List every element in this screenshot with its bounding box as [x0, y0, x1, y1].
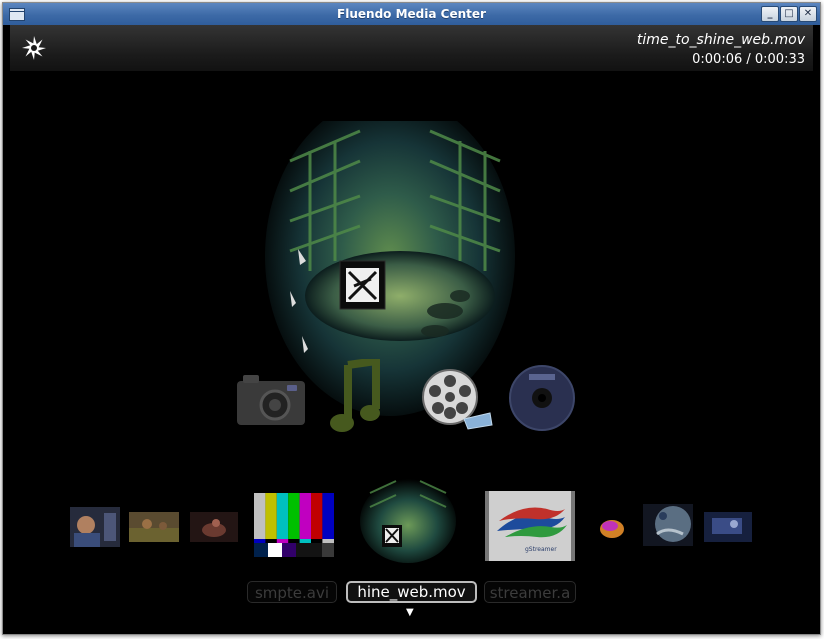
- app-window: Fluendo Media Center _ □ ✕ time_to_shine…: [2, 2, 821, 635]
- thumbnail-outdoor-scene[interactable]: [129, 512, 179, 542]
- thumbnail-gstreamer-logo[interactable]: gStreamer: [485, 491, 575, 561]
- thumbnail-person[interactable]: [70, 507, 120, 547]
- film-reel-icon[interactable]: [414, 367, 494, 433]
- title-bar[interactable]: Fluendo Media Center _ □ ✕: [3, 3, 820, 25]
- thumbnail-fruit[interactable]: [592, 509, 632, 545]
- maximize-button[interactable]: □: [780, 6, 798, 22]
- music-note-icon[interactable]: [328, 359, 384, 435]
- fluendo-swirl-icon: [22, 36, 46, 60]
- stage: gStreamer smpte.avi hine_web.mov streame…: [10, 71, 813, 629]
- thumbnail-smpte-bars[interactable]: [250, 491, 338, 559]
- camera-icon[interactable]: [235, 373, 307, 427]
- selected-marker-icon: ▼: [406, 607, 414, 618]
- thumbnail-globe-scene[interactable]: [643, 504, 693, 546]
- label-next-item[interactable]: streamer.a: [484, 581, 576, 603]
- label-prev-item[interactable]: smpte.avi: [247, 581, 337, 603]
- minimize-button[interactable]: _: [761, 6, 779, 22]
- media-center-content: time_to_shine_web.mov 0:00:06 / 0:00:33: [10, 25, 813, 629]
- window-title: Fluendo Media Center: [337, 7, 486, 21]
- thumbnail-blue-scene[interactable]: [704, 512, 752, 542]
- header-bar: time_to_shine_web.mov 0:00:06 / 0:00:33: [10, 25, 813, 71]
- playback-position: 0:00:06 / 0:00:33: [692, 52, 805, 67]
- now-playing-title: time_to_shine_web.mov: [636, 32, 805, 48]
- thumbnail-current-video[interactable]: [358, 479, 458, 563]
- svg-text:gStreamer: gStreamer: [525, 546, 557, 553]
- dvd-icon[interactable]: [507, 363, 577, 433]
- label-current-item[interactable]: hine_web.mov: [346, 581, 477, 603]
- close-button[interactable]: ✕: [799, 6, 817, 22]
- thumbnail-dark-figure[interactable]: [190, 512, 238, 542]
